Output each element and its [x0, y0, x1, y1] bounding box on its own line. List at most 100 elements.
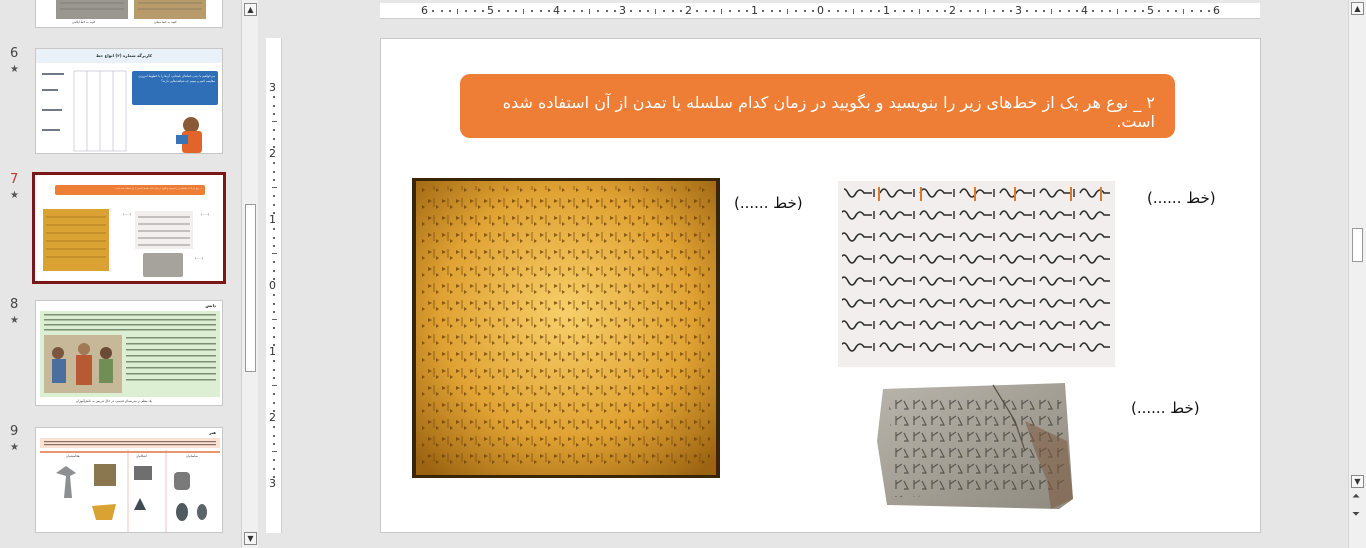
thumbnail-scrollbar[interactable]: ▲ ▼	[241, 0, 258, 548]
answer-blank-2[interactable]: (خط ......)	[1147, 189, 1216, 207]
ruler-v-tick	[273, 236, 275, 239]
ruler-h-label: 2	[685, 4, 692, 17]
ruler-h-tick	[679, 10, 682, 12]
golden-cuneiform-tablet-image[interactable]	[412, 178, 720, 478]
slide-thumbnail-6[interactable]: کاربرگه شماره (۲) انواع خط می‌خواهیم با …	[35, 48, 223, 154]
manuscript-script-image[interactable]	[838, 181, 1115, 367]
ruler-h-tick	[737, 10, 740, 12]
ruler-v-label: 1	[269, 213, 276, 226]
main-scroll-up-button[interactable]: ▲	[1351, 2, 1364, 15]
ruler-h-tick	[1158, 10, 1161, 12]
ruler-h-label: 5	[1147, 4, 1154, 17]
ruler-v-tick	[273, 376, 275, 379]
ruler-h-tick	[869, 10, 872, 12]
thumbnail-7-graphic: (......) (......) (......)	[43, 209, 209, 277]
ruler-h-tick	[943, 10, 946, 12]
ruler-h-tick	[498, 10, 501, 12]
ruler-v-tick	[273, 368, 275, 371]
thumbnail-5-graphic	[56, 0, 206, 19]
ruler-h-tick	[1026, 10, 1029, 12]
ruler-h-tick	[844, 10, 847, 12]
ruler-v-tick	[272, 385, 277, 386]
ruler-h-tick	[778, 10, 781, 12]
horizontal-ruler[interactable]: 6 5 4 3 2 1 0 1 2 3 4 5 6	[380, 3, 1260, 19]
slide-animation-star-9: ★	[10, 442, 19, 453]
ruler-v-tick	[273, 426, 275, 429]
ruler-h-tick	[1174, 10, 1177, 12]
ruler-h-tick	[1001, 10, 1004, 12]
main-scrollbar[interactable]: ▲ ▼ ⏶ ⏷	[1348, 0, 1366, 548]
instruction-banner[interactable]: ۲ _ نوع هر یک از خط‌های زیر را بنویسید و…	[460, 74, 1175, 138]
thumbnail-8-caption: یک معلم در مدرسه‌ای قدیمی، در حال تدریس …	[76, 399, 152, 403]
ruler-v-tick	[273, 96, 275, 99]
ruler-v-tick	[273, 195, 275, 198]
thumbnail-scroll-up-button[interactable]: ▲	[244, 3, 257, 16]
slide-animation-star-8: ★	[10, 315, 19, 326]
thumbnail-5-caption-b: کتیبه به خط میخی	[154, 20, 177, 24]
ruler-v-tick	[273, 442, 275, 445]
ruler-v-tick	[273, 360, 275, 363]
ruler-h-tick	[671, 10, 674, 12]
ruler-h-tick	[704, 10, 707, 12]
ruler-v-tick	[273, 203, 275, 206]
ruler-h-tick	[828, 10, 831, 12]
ruler-h-tick	[721, 9, 722, 14]
ruler-h-tick	[902, 10, 905, 12]
ruler-h-tick	[1108, 10, 1111, 12]
ruler-h-tick	[1059, 10, 1062, 12]
ruler-v-tick	[273, 162, 275, 165]
ruler-v-tick	[273, 137, 275, 140]
vertical-ruler[interactable]: 3 2 1 0 1 2 3	[266, 38, 282, 533]
ruler-h-label: 6	[1213, 4, 1220, 17]
ruler-h-tick	[613, 10, 616, 12]
ruler-v-tick	[273, 302, 275, 305]
slide-thumbnail-8[interactable]: دانش یک معلم در مدرسه‌ای قدیمی، در حال ت…	[35, 300, 223, 406]
ruler-h-tick	[589, 9, 590, 14]
thumbnail-scrollbar-handle[interactable]	[245, 204, 256, 372]
ruler-h-label: 3	[1015, 4, 1022, 17]
thumbnail-8-graphic	[44, 314, 216, 393]
ruler-v-tick	[273, 310, 275, 313]
answer-blank-1[interactable]: (خط ......)	[734, 194, 803, 212]
ruler-v-tick	[273, 178, 275, 181]
ruler-h-tick	[1125, 10, 1128, 12]
ruler-h-tick	[1100, 10, 1103, 12]
ruler-h-tick	[1207, 10, 1210, 12]
ruler-h-label: 1	[883, 4, 890, 17]
ruler-h-tick	[514, 10, 517, 12]
ruler-v-tick	[272, 253, 277, 254]
slide-thumbnail-7[interactable]: ۲ _ نوع هر یک از خط‌های زیر را بنویسید و…	[32, 172, 226, 284]
ruler-h-tick	[803, 10, 806, 12]
ruler-v-tick	[273, 335, 275, 338]
ruler-h-tick	[729, 10, 732, 12]
ruler-h-tick	[745, 10, 748, 12]
ruler-h-tick	[1075, 10, 1078, 12]
stone-inscription-image[interactable]	[875, 381, 1077, 509]
slide-thumbnail-9[interactable]: هنر هخامنشیان اشکانیان ساسانیان	[35, 427, 223, 533]
ruler-h-label: 4	[1081, 4, 1088, 17]
ruler-h-tick	[1034, 10, 1037, 12]
ruler-h-tick	[696, 10, 699, 12]
ruler-h-tick	[1092, 10, 1095, 12]
main-scroll-down-button[interactable]: ▼	[1351, 475, 1364, 488]
svg-text:(......): (......)	[195, 256, 203, 260]
ruler-h-tick	[770, 10, 773, 12]
main-scrollbar-handle[interactable]	[1352, 228, 1363, 262]
ruler-h-tick	[795, 10, 798, 12]
ruler-h-tick	[1191, 10, 1194, 12]
ruler-h-tick	[762, 10, 765, 12]
answer-blank-3[interactable]: (خط ......)	[1131, 399, 1200, 417]
slide-thumbnail-5[interactable]: کتیبه به خط ایلامی کتیبه به خط میخی	[35, 0, 223, 28]
presentation-app: کتیبه به خط ایلامی کتیبه به خط میخی 6 ★ …	[0, 0, 1366, 548]
thumbnail-scroll-down-button[interactable]: ▼	[244, 532, 257, 545]
ruler-h-tick	[481, 10, 484, 12]
ruler-h-tick	[539, 10, 542, 12]
previous-slide-icon[interactable]: ⏶	[1352, 492, 1360, 502]
ruler-v-tick	[273, 244, 275, 247]
slide-canvas[interactable]: ۲ _ نوع هر یک از خط‌های زیر را بنویسید و…	[380, 38, 1261, 533]
thumbnail-9-label-1: هخامنشیان	[66, 454, 80, 458]
slide-number-9: 9	[10, 424, 19, 439]
ruler-h-tick	[523, 9, 524, 14]
next-slide-icon[interactable]: ⏷	[1352, 510, 1360, 520]
ruler-v-tick	[273, 104, 275, 107]
